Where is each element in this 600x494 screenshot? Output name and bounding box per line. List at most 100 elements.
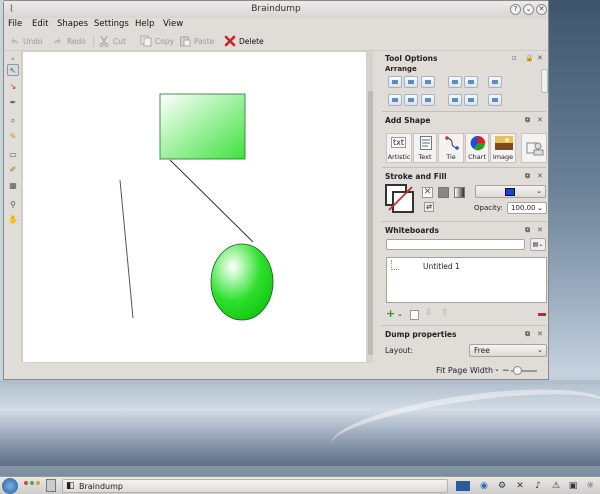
green-rectangle-shape[interactable] [159, 93, 246, 160]
pager-icon[interactable] [46, 479, 56, 492]
canvas-scrollbar[interactable] [367, 51, 373, 363]
pan-tool-icon[interactable]: ✋ [7, 213, 19, 225]
calligraphy-tool-icon[interactable]: ✒ [7, 96, 19, 108]
align-vcenter-button[interactable] [404, 94, 418, 106]
close-icon[interactable]: ✕ [537, 116, 543, 124]
shape-text-button[interactable]: Text [413, 133, 437, 163]
volume-icon[interactable]: ♪ [532, 480, 544, 492]
delete-button[interactable]: Delete [224, 34, 264, 48]
connector-tool-icon[interactable]: ↘ [7, 80, 19, 92]
brush-tool-icon[interactable]: ✐ [7, 163, 19, 175]
duplicate-icon[interactable] [410, 310, 419, 320]
align-right-button[interactable] [421, 76, 435, 88]
whiteboard-search-input[interactable] [386, 239, 525, 250]
remove-icon[interactable] [538, 313, 546, 316]
free-line-shape[interactable] [119, 179, 134, 319]
scrollbar-thumb[interactable] [368, 91, 373, 355]
stroke-fill-swatch[interactable] [385, 184, 415, 214]
eraser-tool-icon[interactable]: ▭ [7, 148, 19, 160]
align-bottom-button[interactable] [421, 94, 435, 106]
shape-more-button[interactable] [521, 133, 547, 163]
whiteboard-item[interactable]: Untitled 1 [423, 262, 460, 271]
paste-button[interactable]: Paste [179, 34, 214, 48]
clipboard-icon[interactable]: ⚙ [496, 480, 508, 492]
align-left-button[interactable] [388, 76, 402, 88]
group-button[interactable] [448, 76, 462, 88]
pencil-tool-icon[interactable]: ✎ [7, 130, 19, 142]
status-bar: Fit Page Width ⌄ − [372, 363, 548, 378]
zoom-out-icon[interactable]: − [502, 366, 510, 376]
bluetooth-icon[interactable]: ✕ [514, 480, 526, 492]
swap-colors-button[interactable]: ⇄ [424, 202, 434, 212]
shape-artistic-button[interactable]: txt Artistic [386, 133, 412, 163]
menu-settings[interactable]: Settings [94, 19, 129, 29]
lower-button[interactable] [464, 94, 478, 106]
ungroup-button[interactable] [464, 76, 478, 88]
menu-file[interactable]: File [8, 19, 22, 29]
network-icon[interactable]: ◉ [478, 480, 490, 492]
tie-connector[interactable] [169, 159, 254, 243]
add-icon[interactable]: + [386, 308, 395, 319]
close-button[interactable]: ✕ [536, 4, 547, 15]
updates-icon[interactable]: ⚠ [550, 480, 562, 492]
cut-button[interactable]: Cut [98, 34, 126, 48]
shape-image-button[interactable]: Image [490, 133, 516, 163]
green-ellipse-shape[interactable] [210, 243, 274, 321]
section-divider [382, 111, 546, 112]
close-icon[interactable]: ✕ [537, 226, 543, 234]
combine-button[interactable] [488, 76, 502, 88]
float-icon[interactable]: ⧉ [525, 226, 530, 235]
undo-button[interactable]: Undo [8, 34, 43, 48]
magnifier-tool-icon[interactable]: ⚲ [7, 198, 19, 210]
float-icon[interactable]: ⧉ [525, 116, 530, 125]
menu-shapes[interactable]: Shapes [57, 19, 88, 29]
screen-icon[interactable] [456, 481, 470, 491]
title-bar[interactable]: ⌇ Braindump ? ⌄ ✕ [4, 1, 548, 18]
zoom-mode[interactable]: Fit Page Width [436, 366, 493, 375]
shape-tie-button[interactable]: Tie [438, 133, 464, 163]
whiteboard-view-button[interactable]: ▤⌄ [530, 238, 546, 251]
solid-fill-button[interactable] [438, 187, 449, 198]
close-icon[interactable]: ✕ [537, 172, 543, 180]
gradient-fill-button[interactable] [454, 187, 465, 198]
close-icon[interactable]: ✕ [537, 330, 543, 338]
move-up-icon[interactable]: ⇧ [441, 308, 449, 318]
close-icon[interactable]: ✕ [537, 54, 543, 62]
no-fill-button[interactable]: ✕ [422, 187, 433, 198]
window-title: Braindump [251, 4, 301, 14]
align-hcenter-button[interactable] [404, 76, 418, 88]
menu-view[interactable]: View [163, 19, 183, 29]
align-top-button[interactable] [388, 94, 402, 106]
menu-edit[interactable]: Edit [32, 19, 48, 29]
float-icon[interactable]: ⧉ [525, 330, 530, 339]
opacity-spinbox[interactable]: 100.00 ⌄ [507, 202, 547, 214]
raise-button[interactable] [448, 94, 462, 106]
fill-color-picker[interactable]: ⌄ [475, 185, 546, 198]
tool-options-scrollbar[interactable] [541, 69, 548, 93]
split-button[interactable] [488, 94, 502, 106]
tie-shape-icon [445, 136, 459, 150]
move-down-icon[interactable]: ⇩ [425, 308, 433, 318]
redo-button[interactable]: Redo [52, 34, 86, 48]
float-icon[interactable]: ⧉ [525, 172, 530, 181]
zoom-slider-handle[interactable] [513, 366, 522, 375]
kde-menu-icon[interactable] [2, 478, 18, 494]
help-button[interactable]: ? [510, 4, 521, 15]
layout-select[interactable]: Free ⌄ [469, 344, 547, 357]
taskbar-entry-braindump[interactable]: ◧ Braindump [62, 479, 448, 493]
chevron-down-icon[interactable]: ⌄ [397, 310, 403, 318]
pattern-tool-icon[interactable]: ▦ [7, 179, 19, 191]
chevron-down-icon[interactable]: ⌄ [494, 365, 500, 373]
minimize-button[interactable]: ⌄ [523, 4, 534, 15]
whiteboard-list[interactable]: Untitled 1 [386, 257, 547, 303]
select-tool-icon[interactable]: ↖ [7, 64, 19, 76]
whiteboard-canvas[interactable] [23, 52, 366, 362]
lock-icon[interactable]: 🔒 [525, 54, 534, 62]
zoom-tool-icon[interactable]: ⌕ [7, 115, 19, 127]
copy-button[interactable]: Copy [140, 34, 174, 48]
clock-icon[interactable]: ▣ [567, 480, 579, 492]
note-icon[interactable]: ▫ [512, 54, 517, 62]
menu-help[interactable]: Help [135, 19, 154, 29]
panel-settings-icon[interactable]: ☼ [584, 480, 596, 492]
shape-chart-button[interactable]: Chart [465, 133, 489, 163]
